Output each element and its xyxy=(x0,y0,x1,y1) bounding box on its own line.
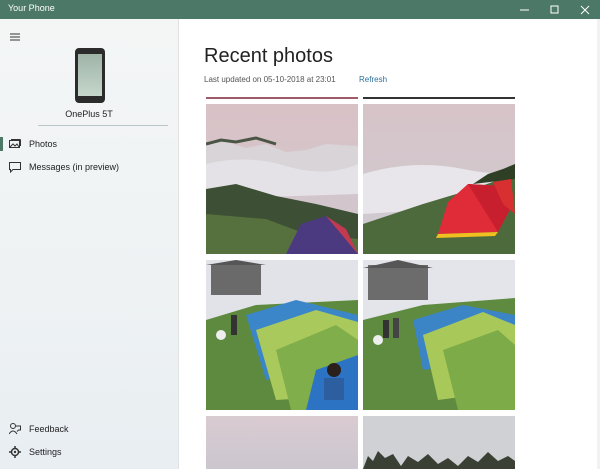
photo-grid-top-edge xyxy=(206,97,515,99)
photo-thumbnail[interactable] xyxy=(206,260,358,410)
hamburger-icon xyxy=(10,33,20,41)
photo-thumbnail[interactable] xyxy=(363,416,515,469)
menu-button[interactable] xyxy=(10,28,20,41)
feedback-icon xyxy=(8,422,22,436)
close-button[interactable] xyxy=(570,0,600,19)
nav-item-feedback[interactable]: Feedback xyxy=(0,418,178,440)
photo-thumbnail[interactable] xyxy=(206,416,358,469)
nav-label-messages: Messages (in preview) xyxy=(29,162,120,172)
last-updated-text: Last updated on 05-10-2018 at 23:01 xyxy=(204,75,336,84)
nav-label-photos: Photos xyxy=(29,139,58,149)
sidebar: OnePlus 5T Photos Messages (in preview) … xyxy=(0,19,179,469)
nav-item-settings[interactable]: Settings xyxy=(0,441,178,463)
nav-item-photos[interactable]: Photos xyxy=(0,133,178,155)
minimize-icon xyxy=(520,9,529,10)
nav-label-feedback: Feedback xyxy=(29,424,69,434)
window-title: Your Phone xyxy=(8,3,55,13)
divider xyxy=(38,125,168,126)
maximize-button[interactable] xyxy=(540,0,570,19)
message-icon xyxy=(8,160,22,174)
photo-thumbnail[interactable] xyxy=(363,104,515,254)
device-name: OnePlus 5T xyxy=(65,109,113,119)
refresh-link[interactable]: Refresh xyxy=(359,75,387,84)
nav-label-settings: Settings xyxy=(29,447,62,457)
phone-icon xyxy=(75,48,105,103)
page-title: Recent photos xyxy=(204,45,333,67)
main-content: Recent photos Last updated on 05-10-2018… xyxy=(179,19,600,469)
photo-thumbnail[interactable] xyxy=(206,104,358,254)
nav-item-messages[interactable]: Messages (in preview) xyxy=(0,156,178,178)
gear-icon xyxy=(8,445,22,459)
photos-icon xyxy=(8,137,22,151)
title-bar: Your Phone xyxy=(0,0,600,19)
minimize-button[interactable] xyxy=(510,0,540,19)
maximize-icon xyxy=(550,5,559,13)
photo-thumbnail[interactable] xyxy=(363,260,515,410)
close-icon xyxy=(580,5,590,14)
